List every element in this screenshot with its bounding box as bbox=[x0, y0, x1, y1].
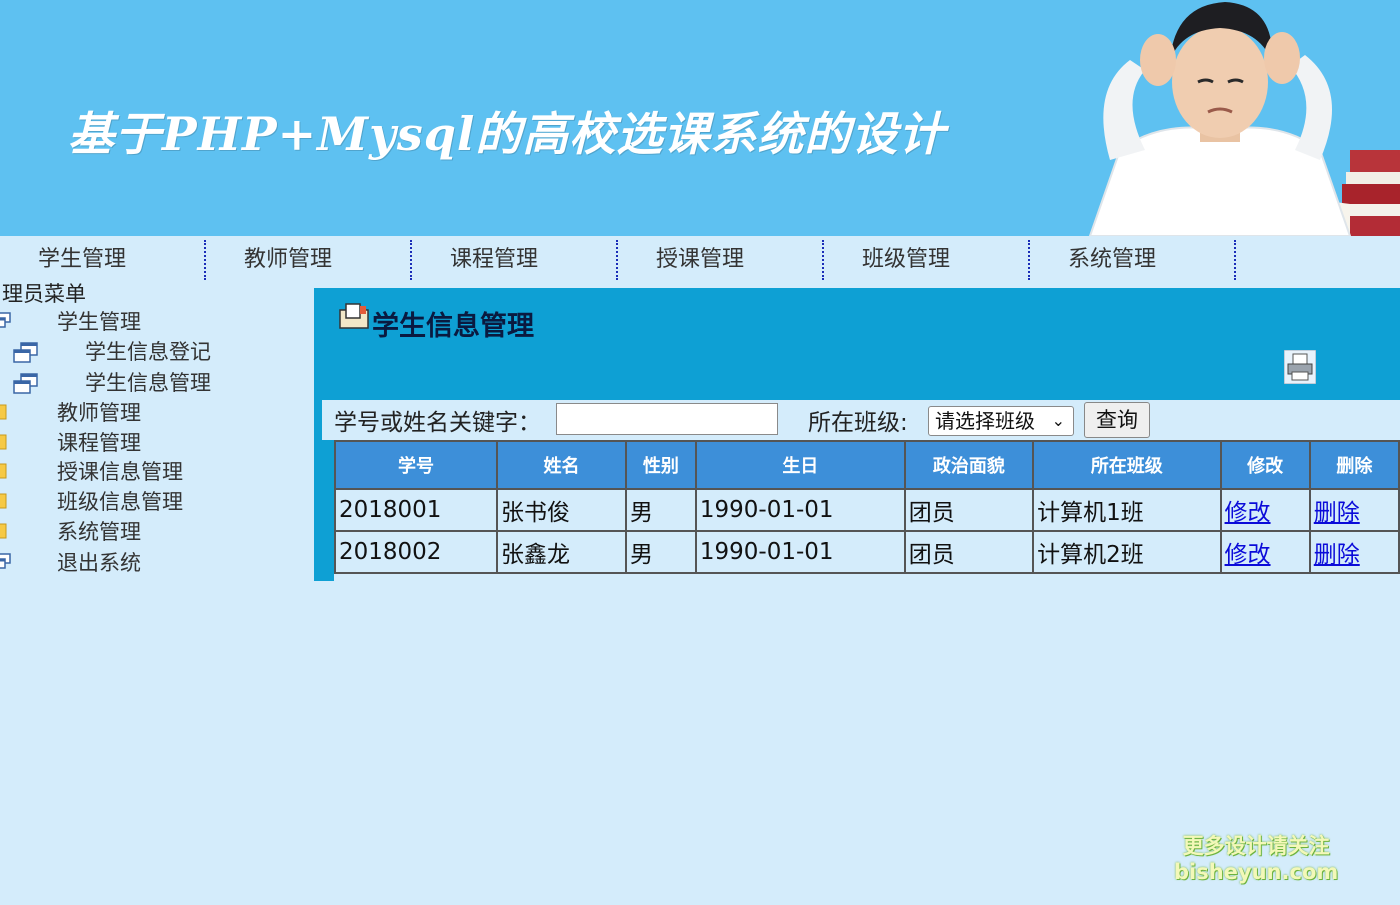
watermark-line2: bisheyun.com bbox=[1174, 860, 1339, 884]
sidebar-item-teaching-info[interactable]: 授课信息管理 bbox=[0, 457, 300, 487]
edit-link[interactable]: 修改 bbox=[1225, 500, 1271, 526]
edit-link[interactable]: 修改 bbox=[1225, 542, 1271, 568]
column-header: 姓名 bbox=[498, 442, 625, 488]
nav-item-teacher[interactable]: 教师管理 bbox=[206, 240, 412, 280]
window-icon bbox=[13, 342, 38, 363]
class-label: 所在班级: bbox=[808, 410, 908, 436]
cell-id: 2018002 bbox=[336, 532, 496, 572]
folder-icon bbox=[0, 434, 7, 450]
cell-class: 计算机2班 bbox=[1034, 532, 1220, 572]
cell-birthday: 1990-01-01 bbox=[696, 490, 904, 530]
column-header: 政治面貌 bbox=[905, 442, 1033, 488]
sidebar-item-student[interactable]: 学生管理 bbox=[0, 307, 300, 337]
cell-id: 2018001 bbox=[336, 490, 496, 530]
keyword-input[interactable] bbox=[556, 403, 778, 435]
cell-name: 张鑫龙 bbox=[498, 532, 625, 572]
print-icon[interactable] bbox=[1284, 350, 1316, 384]
table-header-row: 学号 姓名 性别 生日 政治面貌 所在班级 修改 删除 bbox=[336, 442, 1398, 488]
cell-political: 团员 bbox=[905, 490, 1033, 530]
sidebar-item-logout[interactable]: 退出系统 bbox=[0, 548, 300, 578]
sidebar-item-student-manage[interactable]: 学生信息管理 bbox=[0, 368, 300, 398]
delete-link[interactable]: 删除 bbox=[1314, 542, 1360, 568]
delete-link[interactable]: 删除 bbox=[1314, 500, 1360, 526]
column-header: 修改 bbox=[1221, 442, 1309, 488]
folder-icon bbox=[0, 493, 7, 509]
nav-item-teaching[interactable]: 授课管理 bbox=[618, 240, 824, 280]
table-row: 2018002 张鑫龙 男 1990-01-01 团员 计算机2班 修改 删除 bbox=[336, 532, 1398, 572]
class-select-value: 请选择班级 bbox=[935, 409, 1035, 433]
class-select[interactable]: 请选择班级 ⌄ bbox=[928, 406, 1074, 436]
cell-birthday: 1990-01-01 bbox=[696, 532, 904, 572]
window-icon bbox=[0, 553, 11, 569]
sidebar-item-label: 系统管理 bbox=[57, 520, 141, 544]
sidebar-item-teacher[interactable]: 教师管理 bbox=[0, 398, 300, 428]
banner-title: 基于PHP+Mysql的高校选课系统的设计 bbox=[68, 107, 946, 161]
column-header: 删除 bbox=[1310, 442, 1398, 488]
column-header: 生日 bbox=[696, 442, 904, 488]
sidebar-item-label: 学生信息管理 bbox=[85, 371, 211, 395]
nav-item-system[interactable]: 系统管理 bbox=[1030, 240, 1236, 280]
search-bar: 学号或姓名关键字： 所在班级: 请选择班级 ⌄ 查询 bbox=[322, 400, 1400, 440]
student-table-container: 学号 姓名 性别 生日 政治面貌 所在班级 修改 删除 2018001 张书俊 … bbox=[334, 440, 1400, 581]
top-nav: 学生管理 教师管理 课程管理 授课管理 班级管理 系统管理 bbox=[0, 236, 1400, 280]
student-thinking-illustration bbox=[1088, 2, 1400, 236]
student-table: 学号 姓名 性别 生日 政治面貌 所在班级 修改 删除 2018001 张书俊 … bbox=[334, 440, 1400, 574]
nav-item-class[interactable]: 班级管理 bbox=[824, 240, 1030, 280]
sidebar-item-course[interactable]: 课程管理 bbox=[0, 428, 300, 458]
cell-delete: 删除 bbox=[1310, 490, 1398, 530]
page-title: 学生信息管理 bbox=[372, 311, 534, 342]
nav-item-student[interactable]: 学生管理 bbox=[0, 240, 206, 280]
folder-icon bbox=[0, 523, 7, 539]
watermark: 更多设计请关注 bisheyun.com bbox=[1174, 830, 1338, 884]
cell-edit: 修改 bbox=[1221, 490, 1309, 530]
sidebar-item-class-info[interactable]: 班级信息管理 bbox=[0, 487, 300, 517]
folder-icon bbox=[0, 404, 7, 420]
sidebar-item-label: 教师管理 bbox=[57, 401, 141, 425]
window-icon bbox=[0, 312, 11, 328]
sidebar-item-label: 学生信息登记 bbox=[85, 340, 211, 364]
cell-gender: 男 bbox=[626, 490, 695, 530]
keyword-label: 学号或姓名关键字： bbox=[334, 410, 541, 436]
sidebar-item-label: 班级信息管理 bbox=[57, 490, 183, 514]
cell-gender: 男 bbox=[626, 532, 695, 572]
banner: 基于PHP+Mysql的高校选课系统的设计 bbox=[0, 0, 1400, 236]
window-icon bbox=[13, 373, 38, 394]
folder-icon bbox=[0, 463, 7, 479]
column-header: 性别 bbox=[626, 442, 695, 488]
cell-delete: 删除 bbox=[1310, 532, 1398, 572]
sidebar-item-label: 课程管理 bbox=[57, 431, 141, 455]
query-button[interactable]: 查询 bbox=[1084, 402, 1150, 438]
column-header: 学号 bbox=[336, 442, 496, 488]
sidebar-item-label: 退出系统 bbox=[57, 551, 141, 575]
sidebar-item-student-register[interactable]: 学生信息登记 bbox=[0, 337, 300, 367]
watermark-line1: 更多设计请关注 bbox=[1182, 834, 1330, 858]
cell-edit: 修改 bbox=[1221, 532, 1309, 572]
folder-document-icon bbox=[339, 303, 369, 329]
sidebar-title: 理员菜单 bbox=[2, 282, 86, 306]
sidebar-item-system[interactable]: 系统管理 bbox=[0, 517, 300, 547]
chevron-down-icon: ⌄ bbox=[1051, 411, 1065, 430]
sidebar-item-label: 学生管理 bbox=[57, 310, 141, 334]
table-row: 2018001 张书俊 男 1990-01-01 团员 计算机1班 修改 删除 bbox=[336, 490, 1398, 530]
cell-name: 张书俊 bbox=[498, 490, 625, 530]
cell-political: 团员 bbox=[905, 532, 1033, 572]
cell-class: 计算机1班 bbox=[1034, 490, 1220, 530]
main-panel: 学生信息管理 学号或姓名关键字： 所在班级: 请选择班级 ⌄ 查询 学号 姓名 … bbox=[314, 288, 1400, 581]
sidebar-item-label: 授课信息管理 bbox=[57, 460, 183, 484]
nav-item-course[interactable]: 课程管理 bbox=[412, 240, 618, 280]
column-header: 所在班级 bbox=[1034, 442, 1220, 488]
